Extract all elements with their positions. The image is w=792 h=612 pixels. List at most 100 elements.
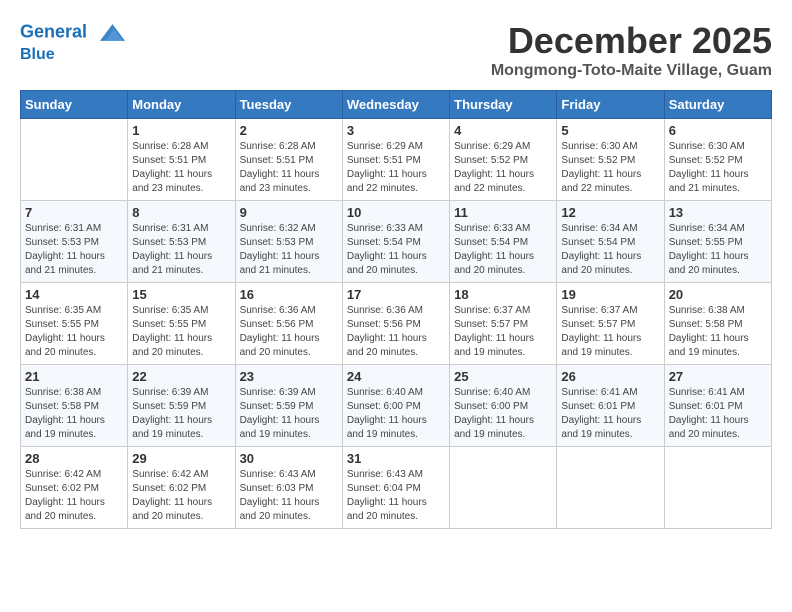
day-info: Sunrise: 6:34 AMSunset: 5:55 PMDaylight:… (669, 222, 767, 278)
calendar-cell: 25 Sunrise: 6:40 AMSunset: 6:00 PMDayligh… (450, 365, 557, 447)
calendar-week-4: 21Sunrise: 6:38 AMSunset: 5:58 PMDayligh… (21, 365, 772, 447)
day-number: 7 (25, 205, 123, 220)
day-info: Sunrise: 6:33 AMSunset: 5:54 PMDaylight:… (454, 222, 552, 278)
day-number: 14 (25, 287, 123, 302)
day-info: Sunrise: 6:31 AMSunset: 5:53 PMDaylight:… (25, 222, 123, 278)
calendar-cell: 5 Sunrise: 6:30 AMSunset: 5:52 PMDaylight… (557, 119, 664, 201)
day-number: 17 (347, 287, 445, 302)
calendar-cell: 4 Sunrise: 6:29 AMSunset: 5:52 PMDaylight… (450, 119, 557, 201)
calendar-cell: 12Sunrise: 6:34 AMSunset: 5:54 PMDayligh… (557, 201, 664, 283)
day-number: 1 (132, 123, 230, 138)
day-info: Sunrise: 6:43 AMSunset: 6:04 PMDaylight:… (347, 468, 445, 524)
month-year-title: December 2025 (491, 20, 772, 62)
day-info: Sunrise: 6:37 AMSunset: 5:57 PMDaylight:… (454, 304, 552, 360)
calendar-week-5: 28 Sunrise: 6:42 AMSunset: 6:02 PMDayligh… (21, 447, 772, 529)
calendar-cell: 6Sunrise: 6:30 AMSunset: 5:52 PMDaylight… (664, 119, 771, 201)
calendar-cell (664, 447, 771, 529)
day-info: Sunrise: 6:42 AMSunset: 6:02 PMDaylight:… (132, 468, 230, 524)
calendar-header-row: SundayMondayTuesdayWednesdayThursdayFrid… (21, 91, 772, 119)
header-wednesday: Wednesday (342, 91, 449, 119)
day-info: Sunrise: 6:41 AMSunset: 6:01 PMDaylight:… (561, 386, 659, 442)
day-info: Sunrise: 6:42 AMSunset: 6:02 PMDaylight:… (25, 468, 123, 524)
day-info: Sunrise: 6:40 AMSunset: 6:00 PMDaylight:… (454, 386, 552, 442)
header-monday: Monday (128, 91, 235, 119)
calendar-cell: 31 Sunrise: 6:43 AMSunset: 6:04 PMDayligh… (342, 447, 449, 529)
day-number: 26 (561, 369, 659, 384)
day-number: 22 (132, 369, 230, 384)
day-number: 28 (25, 451, 123, 466)
calendar-cell: 9 Sunrise: 6:32 AMSunset: 5:53 PMDaylight… (235, 201, 342, 283)
header-tuesday: Tuesday (235, 91, 342, 119)
day-number: 2 (240, 123, 338, 138)
day-number: 10 (347, 205, 445, 220)
calendar-cell: 10 Sunrise: 6:33 AMSunset: 5:54 PMDayligh… (342, 201, 449, 283)
location-title: Mongmong-Toto-Maite Village, Guam (491, 62, 772, 80)
day-info: Sunrise: 6:29 AMSunset: 5:51 PMDaylight:… (347, 140, 445, 196)
calendar-cell: 8 Sunrise: 6:31 AMSunset: 5:53 PMDaylight… (128, 201, 235, 283)
day-number: 19 (561, 287, 659, 302)
calendar-cell: 28 Sunrise: 6:42 AMSunset: 6:02 PMDayligh… (21, 447, 128, 529)
day-info: Sunrise: 6:28 AMSunset: 5:51 PMDaylight:… (132, 140, 230, 196)
calendar-cell: 27Sunrise: 6:41 AMSunset: 6:01 PMDayligh… (664, 365, 771, 447)
day-info: Sunrise: 6:35 AMSunset: 5:55 PMDaylight:… (132, 304, 230, 360)
day-info: Sunrise: 6:32 AMSunset: 5:53 PMDaylight:… (240, 222, 338, 278)
day-info: Sunrise: 6:28 AMSunset: 5:51 PMDaylight:… (240, 140, 338, 196)
calendar-week-2: 7 Sunrise: 6:31 AMSunset: 5:53 PMDaylight… (21, 201, 772, 283)
header-thursday: Thursday (450, 91, 557, 119)
calendar-cell: 7 Sunrise: 6:31 AMSunset: 5:53 PMDaylight… (21, 201, 128, 283)
day-info: Sunrise: 6:39 AMSunset: 5:59 PMDaylight:… (240, 386, 338, 442)
day-info: Sunrise: 6:39 AMSunset: 5:59 PMDaylight:… (132, 386, 230, 442)
day-number: 3 (347, 123, 445, 138)
day-info: Sunrise: 6:36 AMSunset: 5:56 PMDaylight:… (240, 304, 338, 360)
day-number: 25 (454, 369, 552, 384)
day-number: 6 (669, 123, 767, 138)
calendar-cell: 1 Sunrise: 6:28 AMSunset: 5:51 PMDaylight… (128, 119, 235, 201)
day-number: 27 (669, 369, 767, 384)
calendar-cell: 24Sunrise: 6:40 AMSunset: 6:00 PMDayligh… (342, 365, 449, 447)
day-info: Sunrise: 6:30 AMSunset: 5:52 PMDaylight:… (561, 140, 659, 196)
logo-text: General (20, 20, 130, 45)
calendar-cell (557, 447, 664, 529)
calendar-week-1: 1 Sunrise: 6:28 AMSunset: 5:51 PMDaylight… (21, 119, 772, 201)
header-friday: Friday (557, 91, 664, 119)
calendar-table: SundayMondayTuesdayWednesdayThursdayFrid… (20, 90, 772, 529)
title-area: December 2025 Mongmong-Toto-Maite Villag… (491, 20, 772, 80)
calendar-cell: 17 Sunrise: 6:36 AMSunset: 5:56 PMDayligh… (342, 283, 449, 365)
day-info: Sunrise: 6:33 AMSunset: 5:54 PMDaylight:… (347, 222, 445, 278)
day-info: Sunrise: 6:35 AMSunset: 5:55 PMDaylight:… (25, 304, 123, 360)
logo-blue-text: Blue (20, 45, 130, 64)
day-info: Sunrise: 6:29 AMSunset: 5:52 PMDaylight:… (454, 140, 552, 196)
logo: General Blue (20, 20, 130, 64)
day-info: Sunrise: 6:37 AMSunset: 5:57 PMDaylight:… (561, 304, 659, 360)
calendar-cell: 16 Sunrise: 6:36 AMSunset: 5:56 PMDayligh… (235, 283, 342, 365)
calendar-cell: 13 Sunrise: 6:34 AMSunset: 5:55 PMDayligh… (664, 201, 771, 283)
header: General Blue December 2025 Mongmong-Toto… (20, 20, 772, 80)
day-number: 8 (132, 205, 230, 220)
day-number: 9 (240, 205, 338, 220)
calendar-cell: 21Sunrise: 6:38 AMSunset: 5:58 PMDayligh… (21, 365, 128, 447)
header-sunday: Sunday (21, 91, 128, 119)
day-info: Sunrise: 6:43 AMSunset: 6:03 PMDaylight:… (240, 468, 338, 524)
calendar-week-3: 14 Sunrise: 6:35 AMSunset: 5:55 PMDayligh… (21, 283, 772, 365)
day-number: 12 (561, 205, 659, 220)
day-number: 31 (347, 451, 445, 466)
day-number: 13 (669, 205, 767, 220)
day-info: Sunrise: 6:31 AMSunset: 5:53 PMDaylight:… (132, 222, 230, 278)
calendar-cell: 2 Sunrise: 6:28 AMSunset: 5:51 PMDaylight… (235, 119, 342, 201)
day-number: 15 (132, 287, 230, 302)
calendar-cell: 20Sunrise: 6:38 AMSunset: 5:58 PMDayligh… (664, 283, 771, 365)
calendar-cell: 11 Sunrise: 6:33 AMSunset: 5:54 PMDayligh… (450, 201, 557, 283)
calendar-cell: 3 Sunrise: 6:29 AMSunset: 5:51 PMDaylight… (342, 119, 449, 201)
day-number: 30 (240, 451, 338, 466)
day-number: 16 (240, 287, 338, 302)
day-info: Sunrise: 6:36 AMSunset: 5:56 PMDaylight:… (347, 304, 445, 360)
header-saturday: Saturday (664, 91, 771, 119)
day-number: 4 (454, 123, 552, 138)
day-number: 11 (454, 205, 552, 220)
calendar-cell: 22 Sunrise: 6:39 AMSunset: 5:59 PMDayligh… (128, 365, 235, 447)
day-number: 20 (669, 287, 767, 302)
day-number: 18 (454, 287, 552, 302)
calendar-cell: 30 Sunrise: 6:43 AMSunset: 6:03 PMDayligh… (235, 447, 342, 529)
day-number: 5 (561, 123, 659, 138)
calendar-cell: 26 Sunrise: 6:41 AMSunset: 6:01 PMDayligh… (557, 365, 664, 447)
